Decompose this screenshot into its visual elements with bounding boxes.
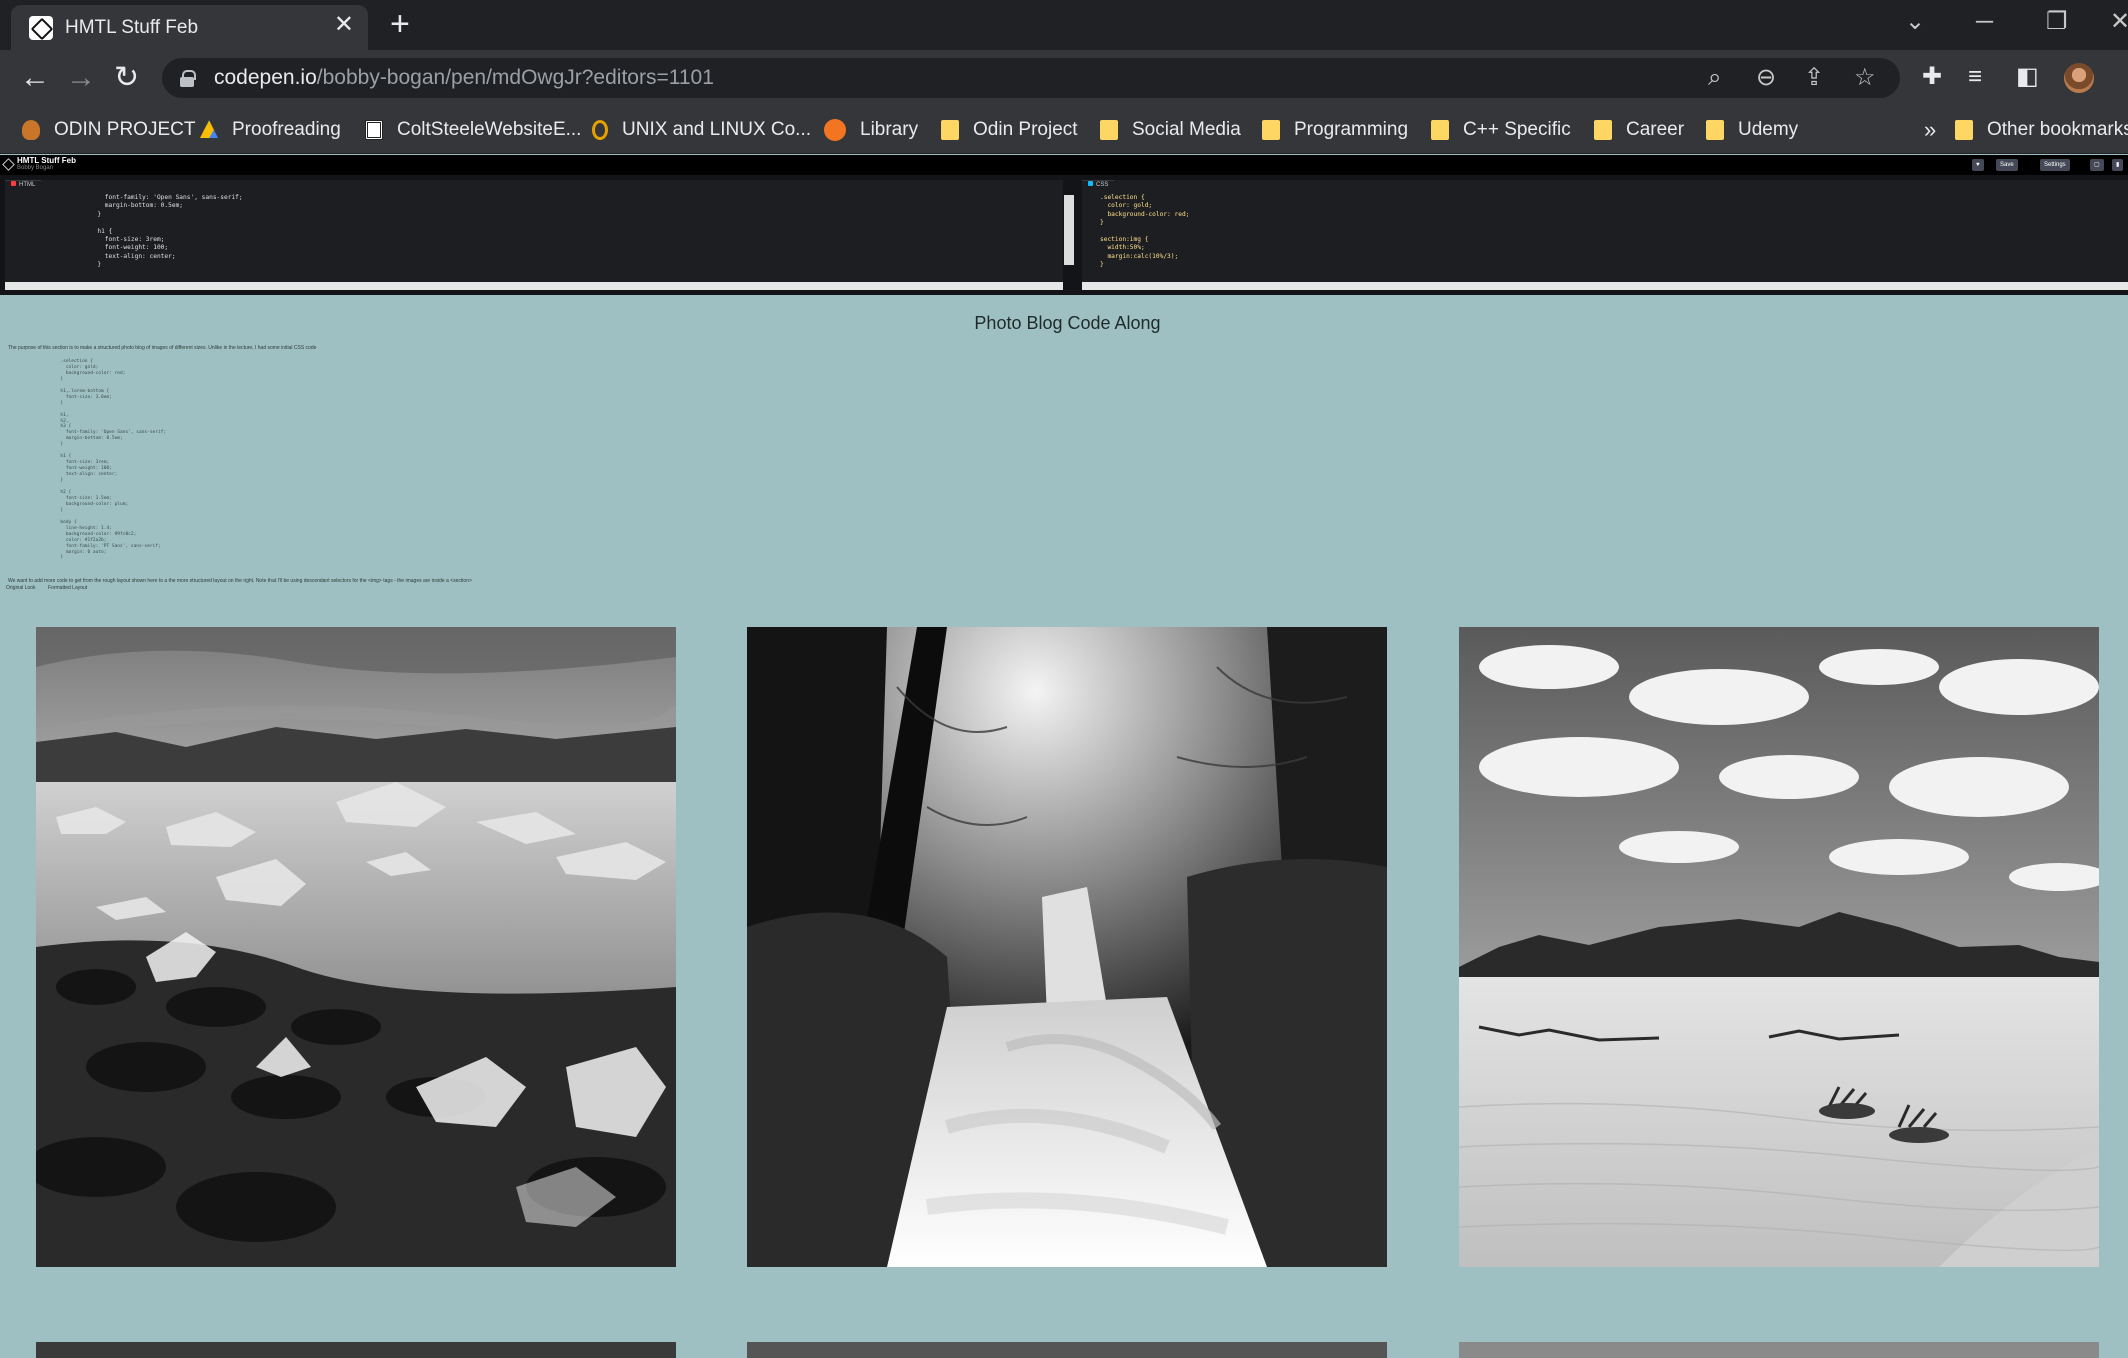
new-tab-icon[interactable]: + xyxy=(390,6,410,42)
photo-forest-waterfall xyxy=(747,627,1387,1267)
settings-button[interactable]: Settings xyxy=(2040,159,2070,171)
caption-formatted-layout: Formatted Layout xyxy=(48,585,88,591)
css-dot-icon xyxy=(1088,181,1093,186)
forward-icon[interactable]: → xyxy=(66,60,96,96)
lock-icon[interactable] xyxy=(180,70,196,87)
save-button[interactable]: Save xyxy=(1996,159,2018,171)
codepen-editors: HTML font-family: 'Open Sans', sans-seri… xyxy=(0,175,2128,295)
html-code[interactable]: font-family: 'Open Sans', sans-serif; ma… xyxy=(75,194,242,270)
odin-icon xyxy=(22,120,40,140)
window-close-icon[interactable]: ✕ xyxy=(2110,6,2128,38)
photo-desert-dunes xyxy=(1459,627,2099,1267)
reload-icon[interactable]: ↻ xyxy=(114,60,139,96)
back-icon[interactable]: ← xyxy=(20,60,50,96)
restore-icon[interactable]: ❐ xyxy=(2046,6,2068,38)
bookmark-folder-career[interactable]: Career xyxy=(1594,115,1684,145)
codepen-favicon-icon xyxy=(29,16,53,40)
tab-strip: HMTL Stuff Feb ✕ + ⌄ ─ ❐ ✕ xyxy=(0,0,2128,50)
share-icon[interactable]: ⇪ xyxy=(1804,64,1824,92)
bookmark-folder-social[interactable]: Social Media xyxy=(1100,115,1241,145)
css-code[interactable]: .selection { color: gold; background-col… xyxy=(1100,194,1189,270)
bookmark-library[interactable]: Library xyxy=(824,115,918,145)
address-bar[interactable]: codepen.io/bobby-bogan/pen/mdOwgJr?edito… xyxy=(162,58,1900,98)
css-editor-tab[interactable]: CSS xyxy=(1082,180,1115,190)
folder-icon xyxy=(1706,120,1724,140)
bookmarks-overflow-button[interactable]: » xyxy=(1924,115,1936,145)
folder-icon xyxy=(1955,120,1973,140)
colt-steele-icon xyxy=(365,120,383,140)
preview-page: Photo Blog Code Along The purpose of thi… xyxy=(0,301,2128,1358)
codepen-header: HMTL Stuff Feb Bobby Bogan ♥ Save Settin… xyxy=(0,155,2128,175)
html-horizontal-scrollbar[interactable] xyxy=(5,282,1063,290)
zoom-out-icon[interactable]: ⊖ xyxy=(1756,64,1776,92)
tab-search-icon[interactable]: ⌄ xyxy=(1905,6,1925,38)
media-queue-icon[interactable]: ≡ xyxy=(1968,62,1982,92)
html-editor-tab[interactable]: HTML xyxy=(5,180,42,190)
folder-icon xyxy=(1594,120,1612,140)
bookmark-folder-odin[interactable]: Odin Project xyxy=(941,115,1078,145)
folder-icon xyxy=(941,120,959,140)
tab-title: HMTL Stuff Feb xyxy=(65,17,199,38)
photo-row2-middle xyxy=(747,1342,1387,1358)
bookmark-proofreading[interactable]: Proofreading xyxy=(200,115,341,145)
side-panel-icon[interactable]: ◧ xyxy=(2016,62,2039,92)
codepen-logo-icon[interactable] xyxy=(2,158,15,171)
bookmark-folder-udemy[interactable]: Udemy xyxy=(1706,115,1798,145)
html-vertical-scrollbar[interactable] xyxy=(1064,195,1074,265)
followup-text: We want to add more code to get from the… xyxy=(8,578,472,584)
intro-text: The purpose of this section is to make a… xyxy=(8,345,317,351)
library-icon xyxy=(824,119,846,141)
html-editor[interactable]: HTML font-family: 'Open Sans', sans-seri… xyxy=(5,180,1063,290)
minimize-icon[interactable]: ─ xyxy=(1976,6,1993,38)
bookmark-unix-linux[interactable]: UNIX and LINUX Co... xyxy=(592,115,811,145)
html-dot-icon xyxy=(11,181,16,186)
menu-icon[interactable]: ⋮ xyxy=(2118,62,2128,92)
browser-tab[interactable]: HMTL Stuff Feb ✕ xyxy=(11,5,368,50)
other-bookmarks[interactable]: Other bookmarks xyxy=(1955,115,2128,145)
close-tab-icon[interactable]: ✕ xyxy=(334,13,354,37)
folder-icon xyxy=(1262,120,1280,140)
caption-original-look: Original Look xyxy=(6,585,36,591)
folder-icon xyxy=(1431,120,1449,140)
search-icon[interactable]: ⌕ xyxy=(1708,64,1721,92)
photo-glacier-lagoon xyxy=(36,627,676,1267)
browser-toolbar: ← → ↻ codepen.io/bobby-bogan/pen/mdOwgJr… xyxy=(0,50,2128,106)
pen-author[interactable]: Bobby Bogan xyxy=(17,165,53,171)
layout-icon[interactable]: ▢ xyxy=(2090,159,2104,171)
bookmark-folder-cpp[interactable]: C++ Specific xyxy=(1431,115,1571,145)
unix-icon xyxy=(592,120,608,140)
photo-row2-right xyxy=(1459,1342,2099,1358)
css-editor[interactable]: CSS .selection { color: gold; background… xyxy=(1082,180,2128,290)
bookmark-odin-project[interactable]: ODIN PROJECT xyxy=(22,115,195,145)
css-horizontal-scrollbar[interactable] xyxy=(1082,282,2128,290)
profile-avatar[interactable] xyxy=(2064,63,2094,93)
google-drive-icon xyxy=(200,120,218,138)
more-icon[interactable]: ▮ xyxy=(2112,159,2124,171)
extensions-icon[interactable]: ✚ xyxy=(1922,62,1942,92)
bookmark-folder-programming[interactable]: Programming xyxy=(1262,115,1408,145)
page-title: Photo Blog Code Along xyxy=(974,313,1161,333)
pen-title[interactable]: HMTL Stuff Feb xyxy=(17,156,76,165)
bookmark-coltsteele[interactable]: ColtSteeleWebsiteE... xyxy=(365,115,581,145)
url-text[interactable]: codepen.io/bobby-bogan/pen/mdOwgJr?edito… xyxy=(214,66,714,90)
bookmark-star-icon[interactable]: ☆ xyxy=(1854,64,1876,92)
photo-row2-left xyxy=(36,1342,676,1358)
bookmarks-bar: ODIN PROJECT Proofreading ColtSteeleWebs… xyxy=(0,106,2128,154)
heart-icon[interactable]: ♥ xyxy=(1972,159,1984,171)
folder-icon xyxy=(1100,120,1118,140)
css-sample-code: .selection { color: gold; background-col… xyxy=(60,359,167,561)
